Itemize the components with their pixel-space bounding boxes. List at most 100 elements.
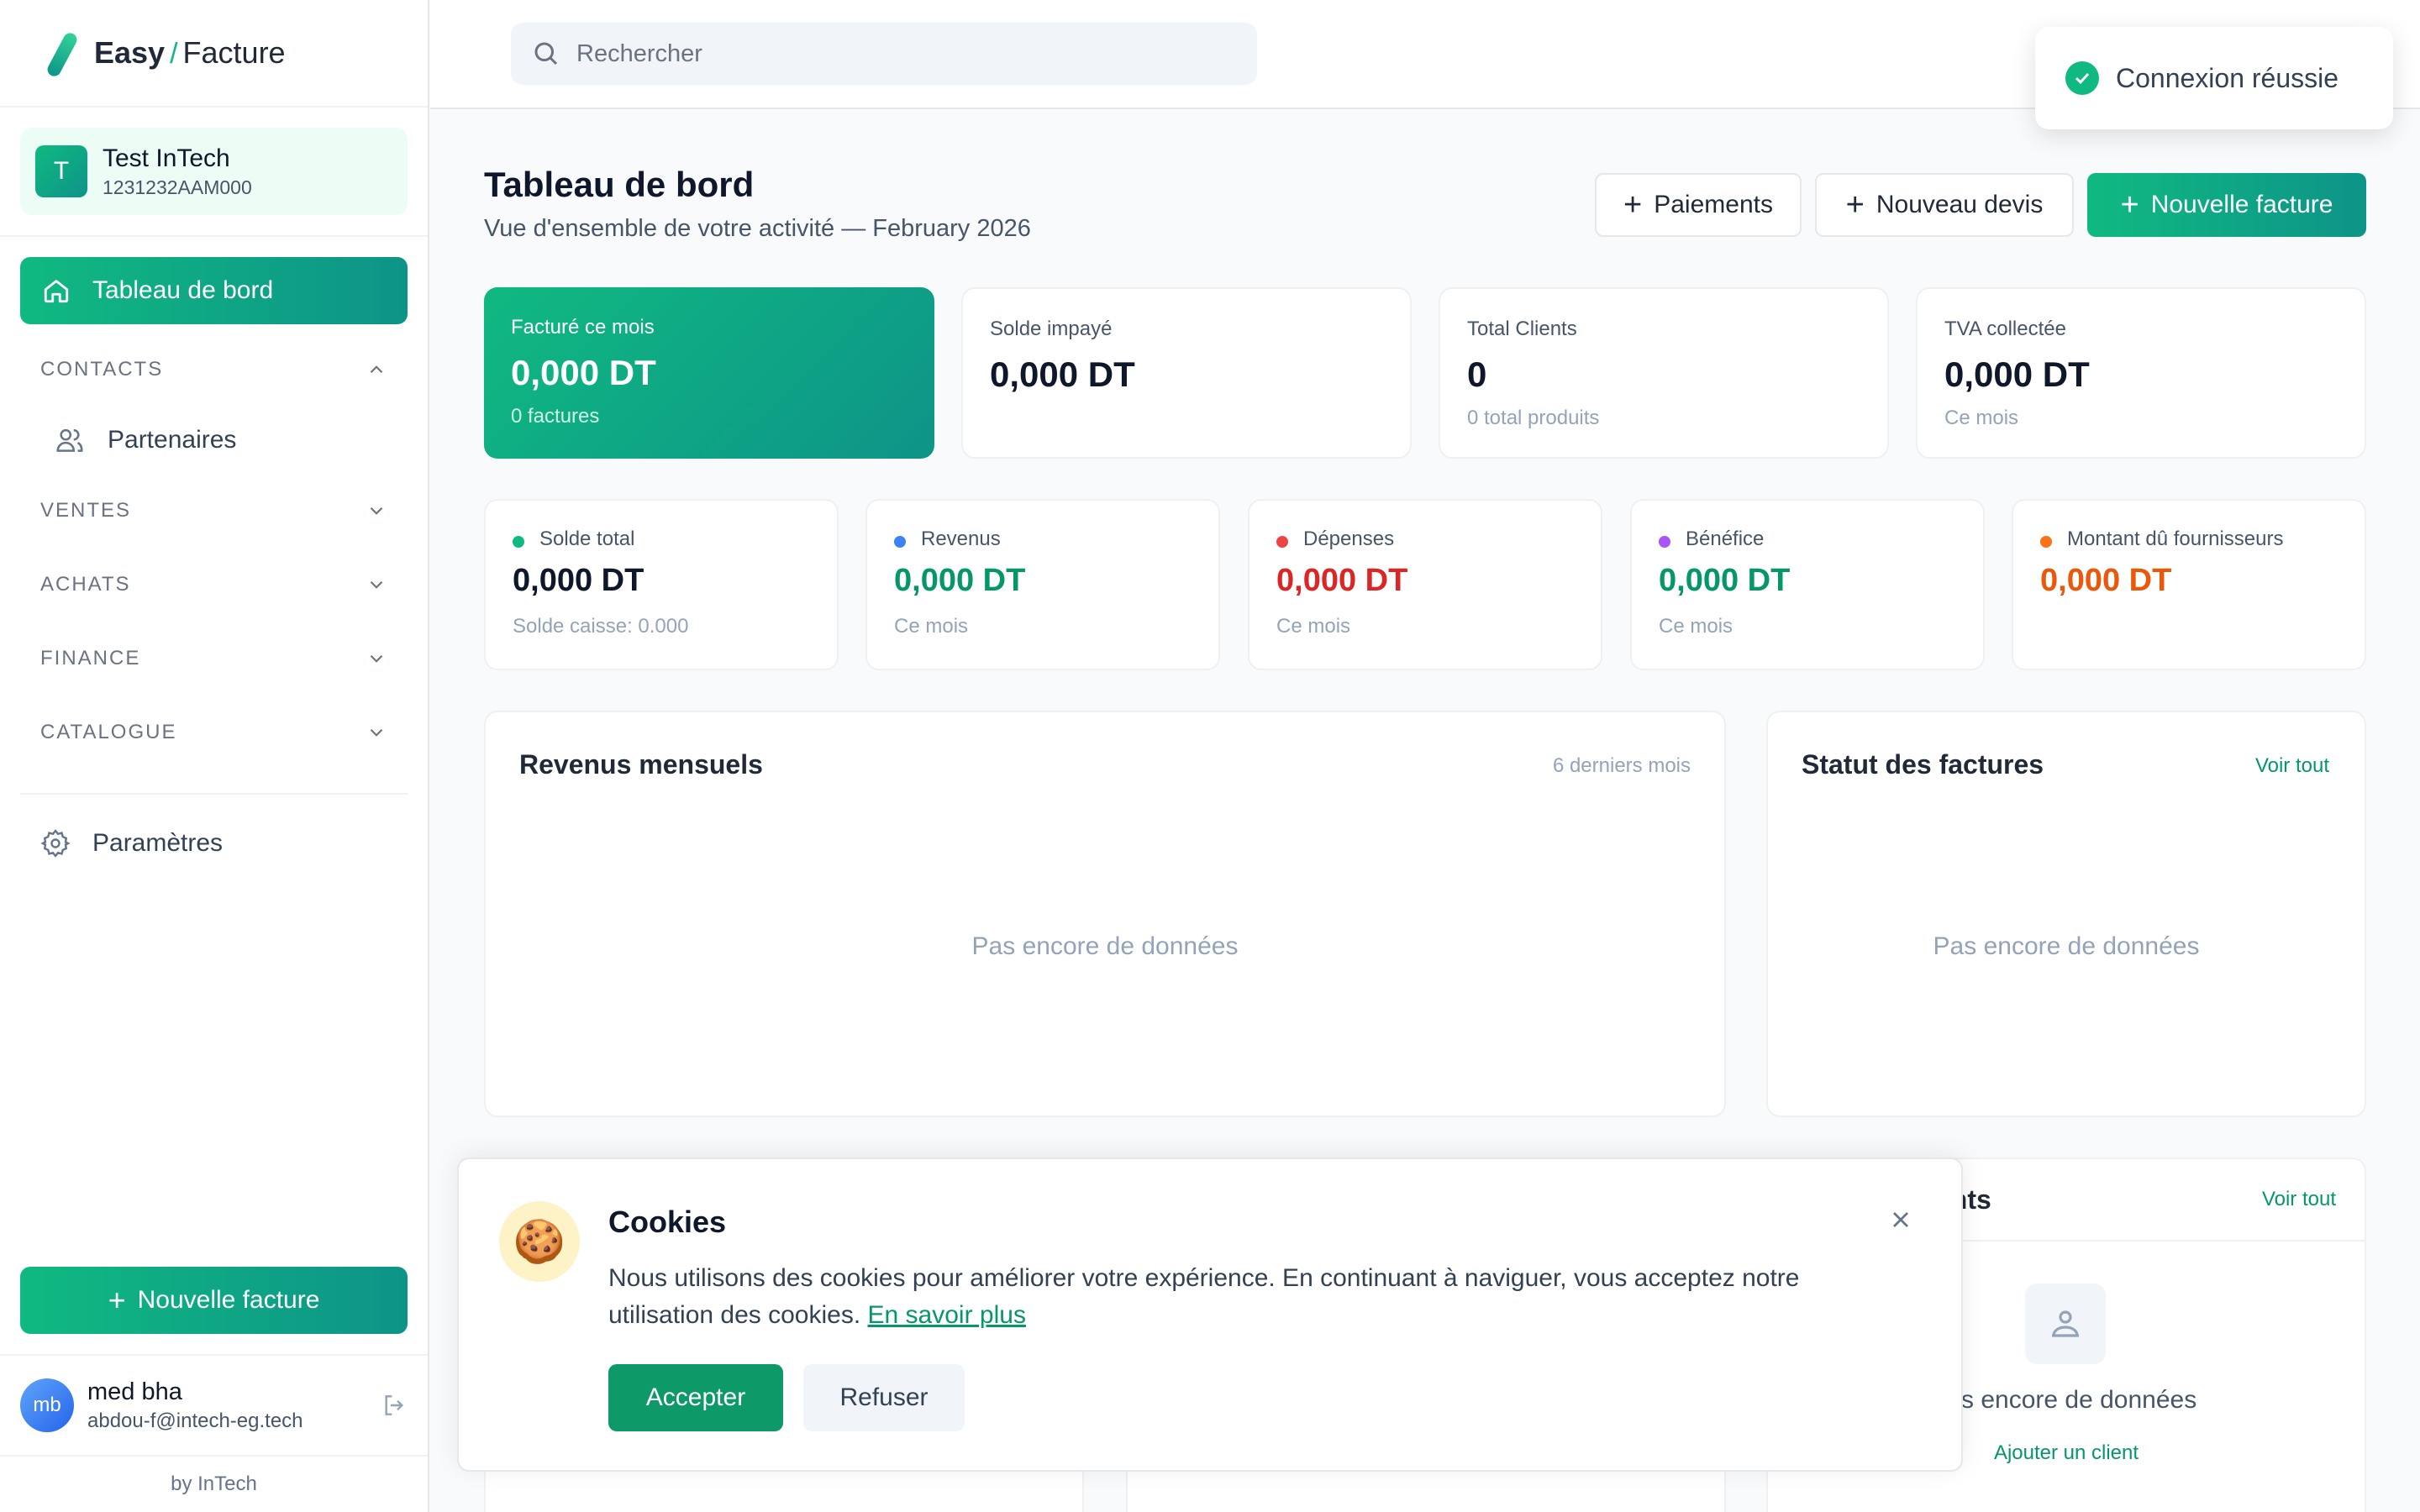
stat-card-profit[interactable]: Bénéfice 0,000 DT Ce mois <box>1630 499 1985 670</box>
toast-message: Connexion réussie <box>2116 62 2339 93</box>
status-dot <box>513 536 524 548</box>
kpi-value: 0,000 DT <box>511 353 656 392</box>
stat-value: 0,000 DT <box>1276 563 1408 598</box>
sidebar-group-ventes[interactable]: VENTES <box>0 474 428 548</box>
kpi-sub: 0 total produits <box>1467 407 1600 429</box>
refuse-cookies-button[interactable]: Refuser <box>803 1364 965 1431</box>
stat-value: 0,000 DT <box>2040 563 2172 598</box>
gear-icon <box>40 829 71 858</box>
stat-sub: Ce mois <box>1276 615 1351 638</box>
stat-card-total-balance[interactable]: Solde total 0,000 DT Solde caisse: 0.000 <box>484 499 839 670</box>
divider <box>20 793 408 795</box>
search-box[interactable] <box>511 23 1257 85</box>
plus-icon: + <box>108 1283 126 1317</box>
kpi-card-invoiced[interactable]: Facturé ce mois 0,000 DT 0 factures <box>484 287 934 459</box>
sidebar-group-contacts[interactable]: CONTACTS <box>0 333 428 407</box>
button-label: Nouvelle facture <box>2150 191 2333 218</box>
sidebar-group-catalogue[interactable]: CATALOGUE <box>0 696 428 769</box>
kpi-label: Solde impayé <box>990 318 1113 340</box>
cookie-banner: 🍪 Cookies Nous utilisons des cookies pou… <box>457 1158 1963 1472</box>
kpi-value: 0 <box>1467 354 1487 394</box>
kpi-value: 0,000 DT <box>990 354 1135 394</box>
kpi-card-clients[interactable]: Total Clients 0 0 total produits <box>1439 287 1889 459</box>
company-name: Test InTech <box>103 144 230 172</box>
check-circle-icon <box>2065 61 2099 95</box>
logout-icon[interactable] <box>381 1392 408 1419</box>
empty-state: Pas encore de données <box>971 932 1239 960</box>
payments-button[interactable]: + Paiements <box>1595 173 1802 237</box>
logo-slash: / <box>170 38 178 70</box>
stat-card-supplier-due[interactable]: Montant dû fournisseurs 0,000 DT <box>2012 499 2366 670</box>
chevron-down-icon <box>370 654 383 663</box>
kpi-sub: Ce mois <box>1944 407 2019 429</box>
status-dot <box>894 536 906 548</box>
success-toast: Connexion réussie <box>2035 27 2393 129</box>
sidebar-new-invoice-button[interactable]: + Nouvelle facture <box>20 1267 408 1334</box>
group-label: ACHATS <box>40 573 131 596</box>
company-switcher[interactable]: T Test InTech 1231232AAM000 <box>20 128 408 215</box>
page-title: Tableau de bord <box>484 165 755 204</box>
chevron-up-icon <box>370 365 383 374</box>
logo-text: Easy / Facture <box>94 35 286 71</box>
sidebar: Easy / Facture T Test InTech 1231232AAM0… <box>0 0 429 1512</box>
view-all-link[interactable]: Voir tout <box>2255 754 2329 778</box>
button-label: Paiements <box>1654 191 1773 218</box>
cookie-title: Cookies <box>608 1205 727 1239</box>
stat-sub: Solde caisse: 0.000 <box>513 615 689 638</box>
search-icon <box>534 42 558 66</box>
stat-card-expenses[interactable]: Dépenses 0,000 DT Ce mois <box>1248 499 1602 670</box>
empty-state: Pas encore de données <box>1933 932 2200 960</box>
logo-easy: Easy <box>94 35 166 70</box>
revenue-panel: Revenus mensuels 6 derniers mois Pas enc… <box>484 711 1726 1117</box>
sidebar-item-dashboard[interactable]: Tableau de bord <box>20 257 408 324</box>
stat-value: 0,000 DT <box>513 563 644 598</box>
close-icon[interactable] <box>1887 1206 1914 1233</box>
view-all-link[interactable]: Voir tout <box>2262 1188 2336 1211</box>
learn-more-link[interactable]: En savoir plus <box>868 1301 1026 1329</box>
stat-card-revenue[interactable]: Revenus 0,000 DT Ce mois <box>865 499 1220 670</box>
cookie-icon: 🍪 <box>499 1201 580 1282</box>
new-quote-button[interactable]: + Nouveau devis <box>1815 173 2074 237</box>
status-dot <box>2040 536 2052 548</box>
footer-credit: by InTech <box>171 1473 257 1495</box>
button-label: Nouvelle facture <box>137 1286 320 1314</box>
plus-icon: + <box>2120 186 2139 223</box>
app-logo[interactable]: Easy / Facture <box>0 0 428 108</box>
panel-title: Statut des factures <box>1802 749 2044 780</box>
stat-label: Montant dû fournisseurs <box>2067 528 2284 550</box>
kpi-card-vat[interactable]: TVA collectée 0,000 DT Ce mois <box>1916 287 2366 459</box>
stat-label: Solde total <box>539 528 635 550</box>
group-label: CONTACTS <box>40 358 164 381</box>
cookie-text: Nous utilisons des cookies pour améliore… <box>608 1264 1800 1329</box>
sidebar-item-label: Paramètres <box>92 829 224 857</box>
group-label: VENTES <box>40 499 132 522</box>
plus-icon: + <box>1845 186 1865 223</box>
stat-label: Dépenses <box>1303 528 1395 550</box>
panel-title: Revenus mensuels <box>519 749 763 780</box>
avatar: mb <box>20 1378 74 1432</box>
kpi-label: Total Clients <box>1467 318 1577 340</box>
page-subtitle: Vue d'ensemble de votre activité — Febru… <box>484 215 1031 242</box>
stat-value: 0,000 DT <box>894 563 1026 598</box>
stat-value: 0,000 DT <box>1659 563 1791 598</box>
status-dot <box>1276 536 1288 548</box>
sidebar-item-label: Partenaires <box>108 426 237 454</box>
sidebar-item-partenaires[interactable]: Partenaires <box>0 407 428 474</box>
sidebar-item-settings[interactable]: Paramètres <box>0 810 428 877</box>
status-dot <box>1659 536 1670 548</box>
stat-label: Bénéfice <box>1686 528 1765 550</box>
new-invoice-button[interactable]: + Nouvelle facture <box>2087 173 2366 237</box>
search-input[interactable] <box>576 39 1165 68</box>
logo-mark-icon <box>42 29 82 76</box>
kpi-value: 0,000 DT <box>1944 354 2090 394</box>
sidebar-group-finance[interactable]: FINANCE <box>0 622 428 696</box>
users-icon <box>2025 1284 2106 1364</box>
kpi-label: Facturé ce mois <box>511 316 655 339</box>
user-profile[interactable]: mb med bha abdou-f@intech-eg.tech <box>0 1354 428 1457</box>
company-id: 1231232AAM000 <box>103 176 252 198</box>
kpi-sub: 0 factures <box>511 405 600 428</box>
kpi-card-unpaid[interactable]: Solde impayé 0,000 DT <box>961 287 1412 459</box>
accept-cookies-button[interactable]: Accepter <box>608 1364 783 1431</box>
sidebar-group-achats[interactable]: ACHATS <box>0 548 428 622</box>
users-icon <box>56 428 83 452</box>
